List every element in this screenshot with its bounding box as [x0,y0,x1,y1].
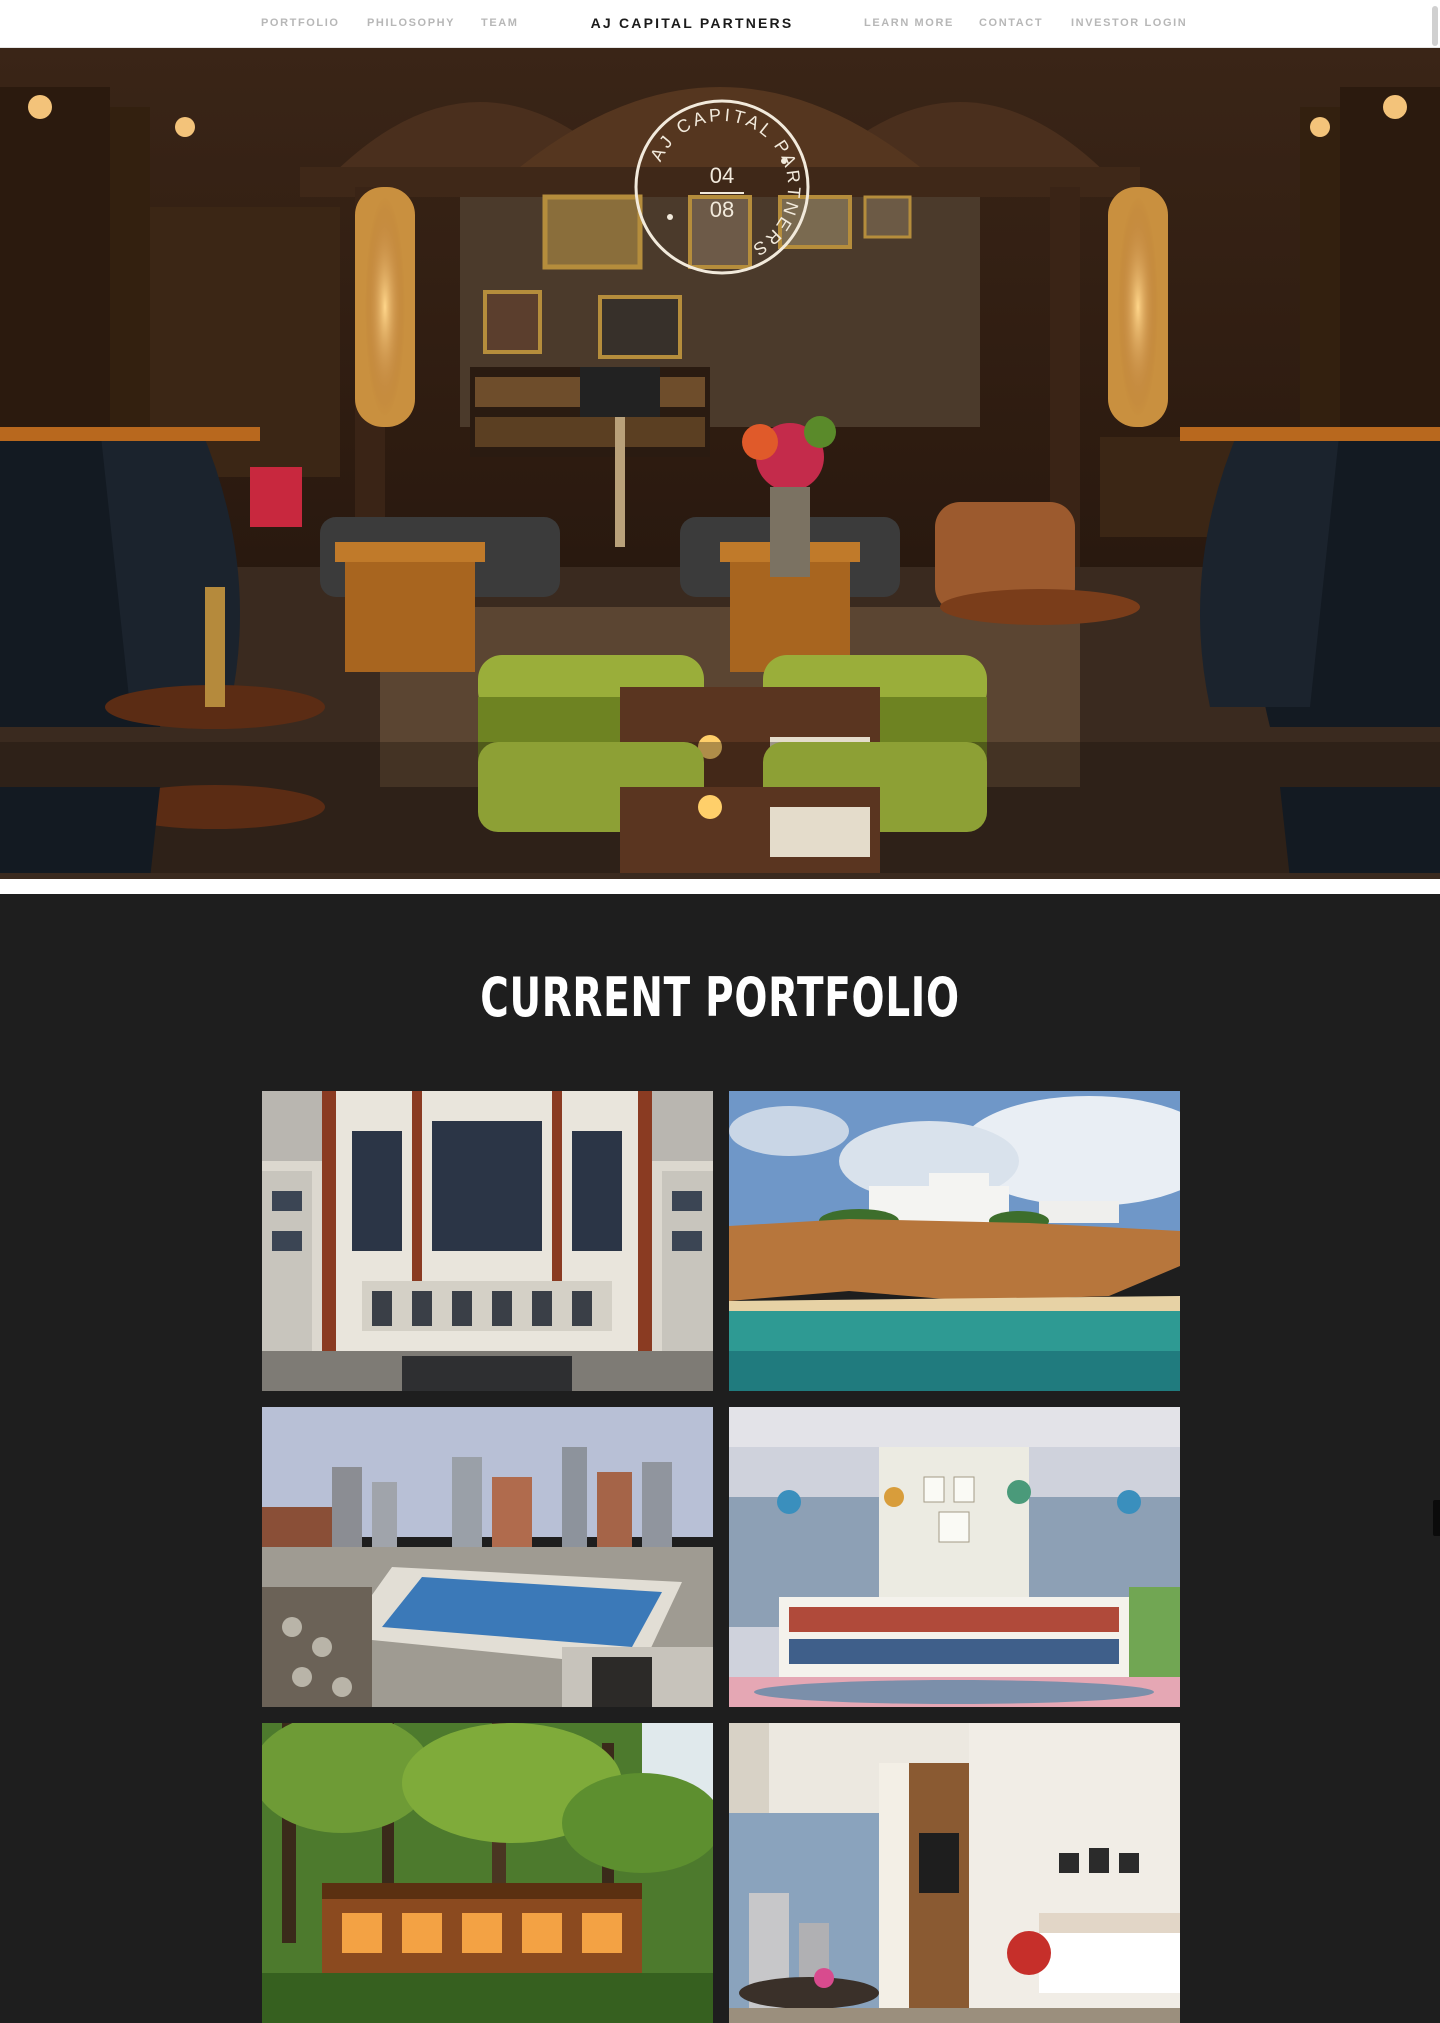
nav-link-contact[interactable]: CONTACT [979,17,1043,29]
hero-image: AJ CAPITAL PARTNERS 04 08 [0,47,1440,879]
section-title: CURRENT PORTFOLIO [480,966,960,1029]
portfolio-tile-hotel-room[interactable] [729,1723,1180,2023]
seal-logo: AJ CAPITAL PARTNERS 04 08 [634,99,810,275]
portfolio-tile-forest-lodge[interactable] [262,1723,713,2023]
nav-link-learn-more[interactable]: LEARN MORE [864,17,954,29]
scroll-handle-icon[interactable] [1433,1500,1440,1536]
seal-number-bottom: 08 [710,197,734,222]
scrollbar-thumb[interactable] [1432,6,1438,46]
portfolio-tile-gothic-building[interactable] [262,1091,713,1391]
portfolio-tile-cliffside-resort[interactable] [729,1091,1180,1391]
portfolio-tile-library-lounge[interactable] [729,1407,1180,1707]
section-divider [0,879,1440,894]
portfolio-section: CURRENT PORTFOLIO [0,894,1440,2023]
seal-number-top: 04 [710,163,734,188]
nav-link-investor-login[interactable]: INVESTOR LOGIN [1071,17,1187,29]
top-nav: PORTFOLIO PHILOSOPHY TEAM AJ CAPITAL PAR… [0,0,1440,48]
portfolio-tile-rooftop-pool[interactable] [262,1407,713,1707]
